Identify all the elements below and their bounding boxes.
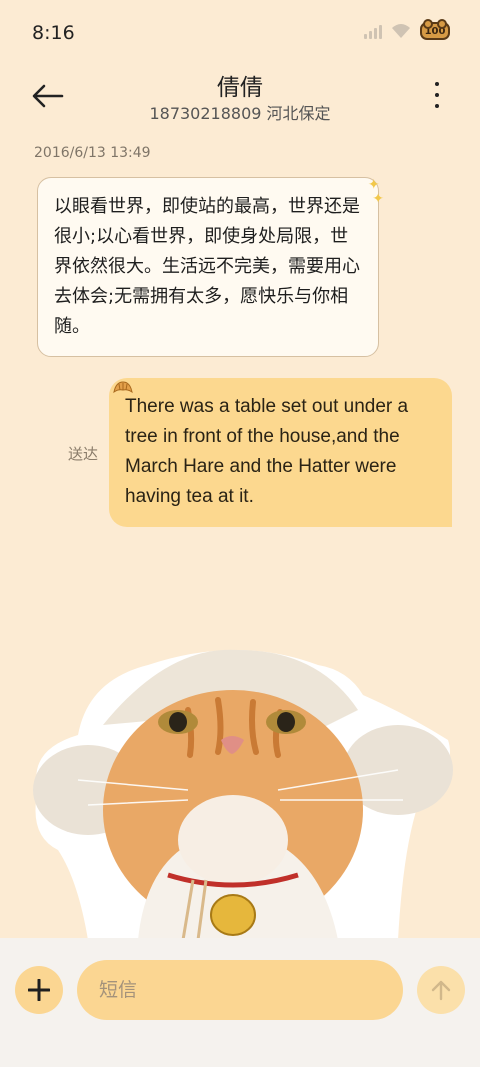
- plus-icon: [28, 979, 50, 1001]
- contact-name: 倩倩: [217, 75, 263, 101]
- croissant-icon: [113, 381, 133, 394]
- add-attachment-button[interactable]: [15, 966, 63, 1014]
- status-time: 8:16: [32, 22, 75, 44]
- status-icons: 100: [364, 19, 450, 40]
- conversation-header: 倩倩 18730218809 河北保定: [0, 66, 480, 130]
- more-vertical-icon: [435, 82, 439, 86]
- message-timestamp: 2016/6/13 13:49: [34, 145, 151, 161]
- message-input[interactable]: [77, 960, 403, 1020]
- arrow-up-icon: [431, 980, 451, 1001]
- send-button[interactable]: [417, 966, 465, 1014]
- battery-icon: 100: [420, 19, 450, 40]
- more-options-button[interactable]: [430, 78, 444, 112]
- contact-subtitle: 18730218809 河北保定: [149, 104, 331, 123]
- wifi-icon: [392, 24, 410, 38]
- cat-sticker[interactable]: [18, 640, 458, 940]
- message-composer: [0, 938, 480, 1067]
- incoming-message-text: 以眼看世界，即使站的最高，世界还是很小;以心看世界，即使身处局限，世界依然很大。…: [54, 196, 360, 337]
- signal-bars-icon: [364, 23, 382, 39]
- outgoing-message-text: There was a table set out under a tree i…: [125, 396, 409, 507]
- outgoing-message-bubble[interactable]: There was a table set out under a tree i…: [109, 378, 452, 527]
- delivery-status: 送达: [68, 445, 99, 463]
- incoming-message-bubble[interactable]: 以眼看世界，即使站的最高，世界还是很小;以心看世界，即使身处局限，世界依然很大。…: [37, 177, 384, 357]
- status-bar: 8:16 100: [0, 0, 480, 66]
- sparkle-icon: ✦ ✦: [367, 177, 384, 207]
